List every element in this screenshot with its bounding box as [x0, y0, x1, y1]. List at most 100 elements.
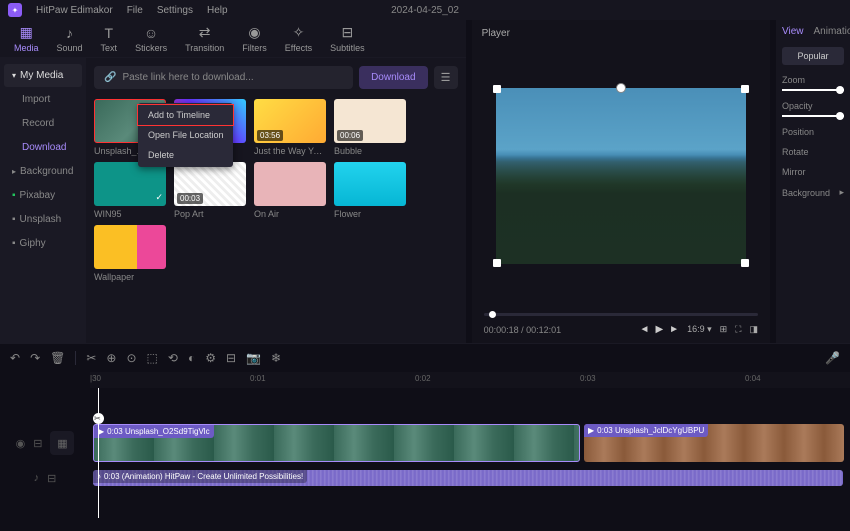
thumb-win95[interactable]: [94, 162, 166, 206]
sidebar-record[interactable]: Record: [4, 112, 82, 135]
tab-media[interactable]: ▦Media: [8, 23, 45, 55]
video-clip-2[interactable]: ▶ 0:03 Unsplash_JclDcYgUBPU: [584, 424, 844, 462]
track-lock-icon[interactable]: ⊟: [33, 437, 42, 450]
target-button[interactable]: ⊕: [106, 351, 116, 365]
subtitles-icon: ⊟: [339, 25, 355, 41]
ctx-open-location[interactable]: Open File Location: [138, 125, 233, 145]
menu-help[interactable]: Help: [207, 5, 228, 16]
project-title: 2024-04-25_02: [391, 5, 459, 16]
sound-icon: ♪: [62, 25, 78, 41]
audio-clip[interactable]: ♪ 0:03 (Animation) HitPaw - Create Unlim…: [93, 470, 843, 486]
sidebar-download[interactable]: Download: [4, 136, 82, 159]
rotate-handle[interactable]: [616, 83, 626, 93]
aspect-select[interactable]: 16:9 ▾: [687, 324, 712, 335]
time-display: 00:00:18 / 00:12:01: [484, 325, 632, 335]
tab-effects[interactable]: ✧Effects: [279, 23, 318, 55]
zoom-label: Zoom: [782, 75, 844, 85]
track-thumb-icon[interactable]: ▦: [50, 431, 74, 455]
player-title: Player: [472, 20, 770, 47]
download-menu-button[interactable]: ☰: [434, 66, 458, 89]
chevron-right-icon: ▸: [12, 167, 16, 176]
position-label: Position: [782, 127, 844, 137]
sidebar-unsplash[interactable]: ▪Unsplash: [4, 208, 82, 231]
undo-button[interactable]: ↶: [10, 351, 20, 365]
crop-button[interactable]: ⬚: [147, 351, 158, 365]
split-button[interactable]: ⊟: [226, 351, 236, 365]
chevron-right-icon: ▸: [839, 187, 844, 198]
effects-icon: ✧: [290, 25, 306, 41]
zoom-slider[interactable]: [782, 89, 844, 91]
sidebar-my-media[interactable]: ▾My Media: [4, 64, 82, 87]
tab-view[interactable]: View: [782, 26, 804, 37]
speed-button[interactable]: ⊙: [126, 351, 136, 365]
popular-button[interactable]: Popular: [782, 47, 844, 65]
sidebar-giphy[interactable]: ▪Giphy: [4, 232, 82, 255]
app-logo: ✦: [8, 3, 22, 17]
tab-text[interactable]: TText: [95, 23, 124, 55]
redo-button[interactable]: ↷: [30, 351, 40, 365]
thumb-on-air[interactable]: [254, 162, 326, 206]
link-icon: 🔗: [104, 72, 116, 83]
thumb-label: Wallpaper: [94, 272, 166, 282]
menu-file[interactable]: File: [127, 5, 143, 16]
thumb-flower[interactable]: [334, 162, 406, 206]
audio-visibility-icon[interactable]: ♪: [34, 472, 40, 484]
media-icon: ▦: [18, 25, 34, 41]
thumb-wallpaper[interactable]: [94, 225, 166, 269]
clip-label: ▶ 0:03 Unsplash_JclDcYgUBPU: [584, 424, 708, 437]
thumb-label: Bubble: [334, 146, 406, 156]
rotate-button[interactable]: ⟲: [168, 351, 178, 365]
video-clip-1[interactable]: ▶ 0:03 Unsplash_O2Sd9TigVlc: [93, 424, 580, 462]
thumb-label: Just the Way You Are: [254, 146, 326, 156]
clip-label: ▶ 0:03 Unsplash_O2Sd9TigVlc: [94, 425, 214, 438]
freeze-button[interactable]: ❄: [271, 351, 281, 365]
track-visibility-icon[interactable]: ◉: [16, 437, 26, 450]
thumb-label: On Air: [254, 209, 326, 219]
resize-handle-bl[interactable]: [493, 259, 501, 267]
filters-icon: ◉: [247, 25, 263, 41]
ctx-add-timeline[interactable]: Add to Timeline: [138, 105, 233, 125]
snapshot-icon[interactable]: ◨: [749, 324, 758, 335]
tab-subtitles[interactable]: ⊟Subtitles: [324, 23, 371, 55]
tab-transition[interactable]: ⇄Transition: [179, 23, 230, 55]
sidebar-import[interactable]: Import: [4, 88, 82, 111]
resize-handle-tr[interactable]: [741, 85, 749, 93]
ctx-delete[interactable]: Delete: [138, 145, 233, 165]
screenshot-button[interactable]: 📷: [246, 351, 261, 365]
thumb-bubble[interactable]: 00:06: [334, 99, 406, 143]
tab-filters[interactable]: ◉Filters: [236, 23, 273, 55]
next-frame-button[interactable]: ►: [669, 324, 679, 335]
delete-button[interactable]: 🗑: [50, 351, 65, 365]
adjust-button[interactable]: ⚙: [205, 351, 216, 365]
player-viewport[interactable]: [472, 47, 770, 305]
mirror-label: Mirror: [782, 167, 844, 177]
background-label[interactable]: Background▸: [782, 187, 844, 198]
resize-handle-tl[interactable]: [493, 85, 501, 93]
play-button[interactable]: ▶: [655, 324, 663, 335]
crop-icon[interactable]: ⊞: [720, 324, 728, 335]
unsplash-icon: ▪: [12, 214, 16, 225]
mask-button[interactable]: ◐: [188, 351, 195, 365]
thumb-just-the-way[interactable]: 03:56: [254, 99, 326, 143]
menu-settings[interactable]: Settings: [157, 5, 193, 16]
mic-button[interactable]: 🎤: [825, 351, 840, 365]
tab-animation[interactable]: Animation: [814, 26, 850, 37]
audio-lock-icon[interactable]: ⊟: [47, 472, 56, 485]
timeline-ruler[interactable]: |30 0:01 0:02 0:03 0:04: [90, 372, 850, 388]
fullscreen-icon[interactable]: ⛶: [735, 324, 741, 335]
thumb-pop-art[interactable]: 00:03: [174, 162, 246, 206]
text-icon: T: [101, 25, 117, 41]
scrubber[interactable]: [484, 313, 758, 316]
sidebar-pixabay[interactable]: ▪Pixabay: [4, 184, 82, 207]
opacity-slider[interactable]: [782, 115, 844, 117]
resize-handle-br[interactable]: [741, 259, 749, 267]
sidebar-background[interactable]: ▸Background: [4, 160, 82, 183]
tab-stickers[interactable]: ☺Stickers: [129, 23, 173, 55]
download-button[interactable]: Download: [359, 66, 427, 89]
preview-canvas[interactable]: [496, 88, 746, 264]
download-input[interactable]: 🔗Paste link here to download...: [94, 66, 353, 89]
tab-sound[interactable]: ♪Sound: [51, 23, 89, 55]
cut-button[interactable]: ✂: [86, 351, 96, 365]
thumb-label: WIN95: [94, 209, 166, 219]
prev-frame-button[interactable]: ◄: [640, 324, 650, 335]
